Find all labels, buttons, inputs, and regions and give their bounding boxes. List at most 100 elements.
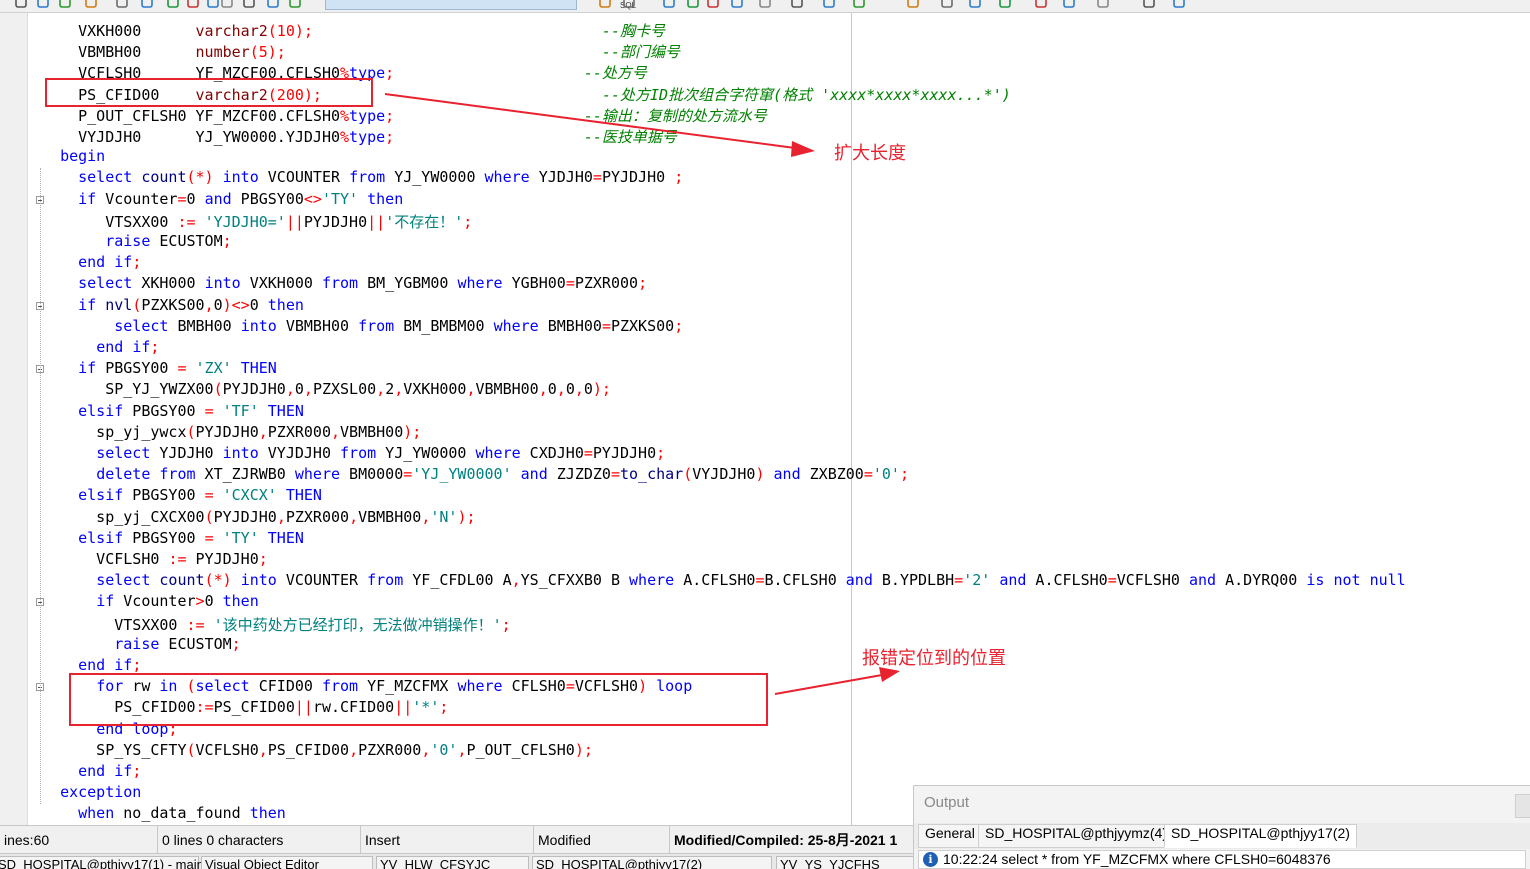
code-line[interactable]: P_OUT_CFLSH0 YF_MZCF00.CFLSH0%type; --输出…	[42, 105, 767, 126]
open-icon[interactable]	[622, 0, 636, 9]
debug-icon[interactable]	[852, 0, 866, 9]
code-token: =	[1107, 571, 1117, 590]
code-line[interactable]: select YJDJH0 into VYJDJH0 from YJ_YW000…	[42, 444, 665, 465]
open-icon[interactable]	[1034, 0, 1048, 9]
taskbar-tab-view-hlw[interactable]: YV_HLW_CFSYJC	[376, 856, 529, 869]
debug-icon[interactable]	[220, 0, 234, 9]
output-tab-hospital-2[interactable]: SD_HOSPITAL@pthjyy17(2)	[1164, 824, 1357, 848]
code-token: from	[321, 274, 359, 293]
code-token: 0	[186, 189, 205, 208]
code-line[interactable]: if Vcounter>0 then	[42, 592, 259, 613]
code-line[interactable]: select count(*) into VCOUNTER from YJ_YW…	[42, 168, 683, 189]
code-token: and	[999, 571, 1027, 590]
code-line[interactable]: end if;	[42, 253, 141, 274]
new-icon[interactable]	[598, 0, 612, 9]
code-token: 'TY'	[321, 189, 359, 208]
format-icon[interactable]	[242, 0, 256, 9]
window-taskbar: SD_HOSPITAL@pthjyy17(1) - main Visual Ob…	[0, 853, 915, 869]
execute-sql-icon[interactable]	[1172, 0, 1186, 9]
code-line[interactable]: begin	[42, 147, 105, 168]
find-replace-icon[interactable]	[84, 0, 98, 9]
code-line[interactable]: exception	[42, 783, 141, 804]
code-line[interactable]: VTSXX00 := '该中药处方已经打印，无法做冲销操作！';	[42, 614, 510, 635]
window-list-icon[interactable]	[1142, 0, 1156, 9]
code-line[interactable]: elsif PBGSY00 = 'TY' THEN	[42, 529, 304, 550]
code-line[interactable]: select BMBH00 into VBMBH00 from BM_BMBM0…	[42, 317, 683, 338]
open-icon[interactable]	[36, 0, 50, 9]
compile-icon[interactable]	[940, 0, 954, 9]
code-line[interactable]: select count(*) into VCOUNTER from YF_CF…	[42, 571, 1406, 592]
execute-sql-icon[interactable]	[730, 0, 744, 9]
code-line[interactable]: VTSXX00 := 'YJDJH0='||PYJDJH0||'不存在！';	[42, 211, 472, 232]
code-line[interactable]: SP_YJ_YWZX00(PYJDJH0,0,PZXSL00,2,VXKH000…	[42, 380, 611, 401]
tools-icon[interactable]	[968, 0, 982, 9]
execute-sql-icon[interactable]	[140, 0, 154, 9]
taskbar-tab-hospital-2[interactable]: SD_HOSPITAL@pthjyy17(2)	[532, 856, 772, 869]
code-line[interactable]: sp_yj_CXCX00(PYJDJH0,PZXR000,VBMBH00,'N'…	[42, 508, 475, 529]
code-line[interactable]: sp_yj_ywcx(PYJDJH0,PZXR000,VBMBH00);	[42, 423, 421, 444]
code-line[interactable]: when no_data_found then	[42, 804, 286, 825]
output-tab-general[interactable]: General	[918, 824, 982, 848]
run-icon[interactable]	[758, 0, 772, 9]
code-token: then	[249, 804, 286, 823]
code-line[interactable]: elsif PBGSY00 = 'TF' THEN	[42, 402, 304, 423]
new-icon[interactable]	[998, 0, 1012, 9]
code-line[interactable]: VXKH000 varchar2(10); --胸卡号	[42, 20, 665, 41]
code-line[interactable]: VCFLSH0 := PYJDJH0;	[42, 550, 268, 571]
code-line[interactable]: raise ECUSTOM;	[42, 232, 231, 253]
code-token: --处方ID批次组合字符窜(格式 'xxxx*xxxx*xxxx...*')	[601, 85, 1011, 104]
break-icon[interactable]	[822, 0, 836, 9]
code-token: if	[114, 656, 133, 674]
output-title: Output	[924, 794, 970, 811]
find-replace-icon[interactable]	[686, 0, 700, 9]
code-line[interactable]: if nvl(PZXKS00,0)<>0 then	[42, 296, 304, 317]
code-line[interactable]: raise ECUSTOM;	[42, 635, 240, 656]
new-icon[interactable]	[14, 0, 28, 9]
stop-icon[interactable]	[186, 0, 200, 9]
code-token: PBGSY00	[123, 401, 205, 420]
code-token: select	[78, 274, 133, 293]
find-replace-icon[interactable]	[1096, 0, 1110, 9]
window-list-icon[interactable]	[706, 0, 720, 9]
code-line[interactable]: delete from XT_ZJRWB0 where BM0000='YJ_Y…	[42, 465, 909, 486]
run-icon[interactable]	[166, 0, 180, 9]
code-token: ,	[349, 740, 359, 759]
code-line[interactable]: end if;	[42, 762, 141, 783]
stop-icon[interactable]	[790, 0, 804, 9]
compile-icon[interactable]	[266, 0, 280, 9]
code-line[interactable]: VBMBH00 number(5); --部门编号	[42, 41, 680, 62]
taskbar-tab-object-editor[interactable]: Visual Object Editor	[201, 856, 373, 869]
output-tab-hospital-4[interactable]: SD_HOSPITAL@pthjyymz(4)	[978, 824, 1174, 848]
code-line[interactable]: end if;	[42, 338, 159, 359]
tools-icon[interactable]	[288, 0, 302, 9]
save-icon[interactable]	[662, 0, 676, 9]
connection-selector[interactable]	[325, 0, 577, 10]
code-token: 'TY'	[222, 528, 259, 547]
code-token: then	[222, 592, 259, 611]
code-token: (10);	[267, 22, 313, 40]
code-line[interactable]: if PBGSY00 = 'ZX' THEN	[42, 359, 277, 380]
taskbar-tab-view-ys[interactable]: YV_YS_YJCFHS	[776, 856, 915, 869]
code-token: ECUSTOM	[150, 232, 223, 250]
code-token: (	[213, 380, 223, 399]
output-close-button[interactable]	[1515, 794, 1530, 818]
code-token: ;	[150, 338, 160, 356]
code-line[interactable]: if Vcounter=0 and PBGSY00<>'TY' then	[42, 190, 403, 211]
code-line[interactable]: VYJDJH0 YJ_YW0000.YJDJH0%type; --医技单据号	[42, 126, 677, 147]
code-line[interactable]: select XKH000 into VXKH000 from BM_YGBM0…	[42, 274, 647, 295]
code-line[interactable]: SP_YS_CFTY(VCFLSH0,PS_CFID00,PZXR000,'0'…	[42, 741, 593, 762]
code-token: if	[114, 253, 133, 272]
save-icon[interactable]	[1062, 0, 1076, 9]
code-token: =	[592, 168, 602, 187]
code-token: THEN	[240, 359, 277, 378]
break-icon[interactable]	[206, 0, 220, 9]
code-line[interactable]: elsif PBGSY00 = 'CXCX' THEN	[42, 486, 322, 507]
window-list-icon[interactable]	[115, 0, 129, 9]
format-icon[interactable]	[906, 0, 920, 9]
save-icon[interactable]	[58, 0, 72, 9]
taskbar-tab-main[interactable]: SD_HOSPITAL@pthjyy17(1) - main	[0, 856, 204, 869]
code-token: ,	[421, 740, 431, 759]
